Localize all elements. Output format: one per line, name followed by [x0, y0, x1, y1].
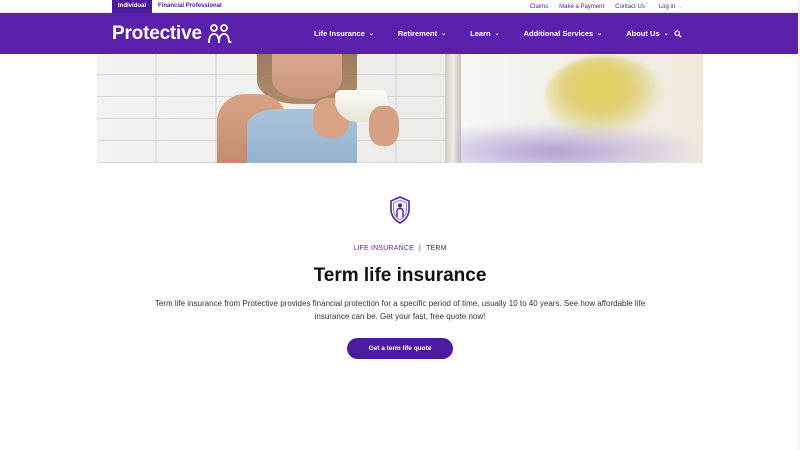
utility-bar: Individual Financial Professional Claims…	[0, 0, 800, 13]
chevron-down-icon: ⌄	[441, 31, 447, 37]
logo-wordmark: Protective	[112, 23, 202, 44]
nav-label: Retirement	[397, 29, 438, 38]
utility-links: Claims Make a Payment Contact Us Log in …	[519, 0, 683, 13]
page-title: Term life insurance	[313, 265, 487, 286]
logo-people-icon	[207, 24, 232, 44]
nav-label: About Us	[626, 29, 660, 38]
nav-about-us[interactable]: About Us ⌄	[626, 29, 668, 38]
chevron-down-icon: ⌄	[494, 31, 500, 37]
nav-additional-services[interactable]: Additional Services ⌄	[524, 29, 603, 38]
intro-text: Term life insurance from Protective prov…	[154, 299, 646, 321]
chevron-down-icon: ⌵	[679, 3, 683, 10]
main-nav: Protective Life Insurance ⌄ Retirement ⌄ L…	[0, 13, 800, 54]
breadcrumb-current: TERM	[426, 245, 447, 252]
login-link[interactable]: Log in ⌵	[659, 4, 683, 10]
hero-image	[97, 54, 703, 163]
claims-link[interactable]: Claims	[530, 4, 548, 10]
make-a-payment-link[interactable]: Make a Payment	[559, 4, 604, 10]
search-icon[interactable]	[674, 30, 682, 38]
login-label: Log in	[658, 3, 676, 10]
nav-label: Life Insurance	[314, 29, 365, 38]
nav-retirement[interactable]: Retirement ⌄	[398, 29, 446, 38]
nav-life-insurance[interactable]: Life Insurance ⌄	[314, 29, 374, 38]
breadcrumb: LIFE INSURANCE | TERM	[0, 245, 800, 252]
nav-label: Learn	[470, 29, 491, 38]
chevron-down-icon: ⌄	[368, 31, 374, 37]
shield-person-icon	[390, 196, 410, 224]
nav-learn[interactable]: Learn ⌄	[470, 29, 499, 38]
nav-label: Additional Services	[523, 29, 594, 38]
hero-flowers-yellow	[545, 56, 665, 138]
breadcrumb-separator: |	[419, 245, 422, 252]
protective-logo[interactable]: Protective	[112, 22, 232, 46]
tab-individual[interactable]: Individual	[112, 0, 153, 13]
audience-tabs: Individual Financial Professional	[112, 0, 228, 13]
breadcrumb-life-insurance[interactable]: LIFE INSURANCE	[353, 245, 414, 252]
contact-us-link[interactable]: Contact Us	[615, 4, 645, 10]
tab-financial-professional[interactable]: Financial Professional	[152, 0, 228, 13]
hero-person-face	[272, 54, 342, 99]
chevron-down-icon: ⌄	[597, 31, 603, 37]
hero-hand	[369, 106, 399, 146]
chevron-down-icon: ⌄	[663, 31, 669, 37]
get-quote-button[interactable]: Get a term life quote	[347, 338, 453, 359]
nav-menu: Life Insurance ⌄ Retirement ⌄ Learn ⌄ Addit…	[314, 13, 693, 54]
